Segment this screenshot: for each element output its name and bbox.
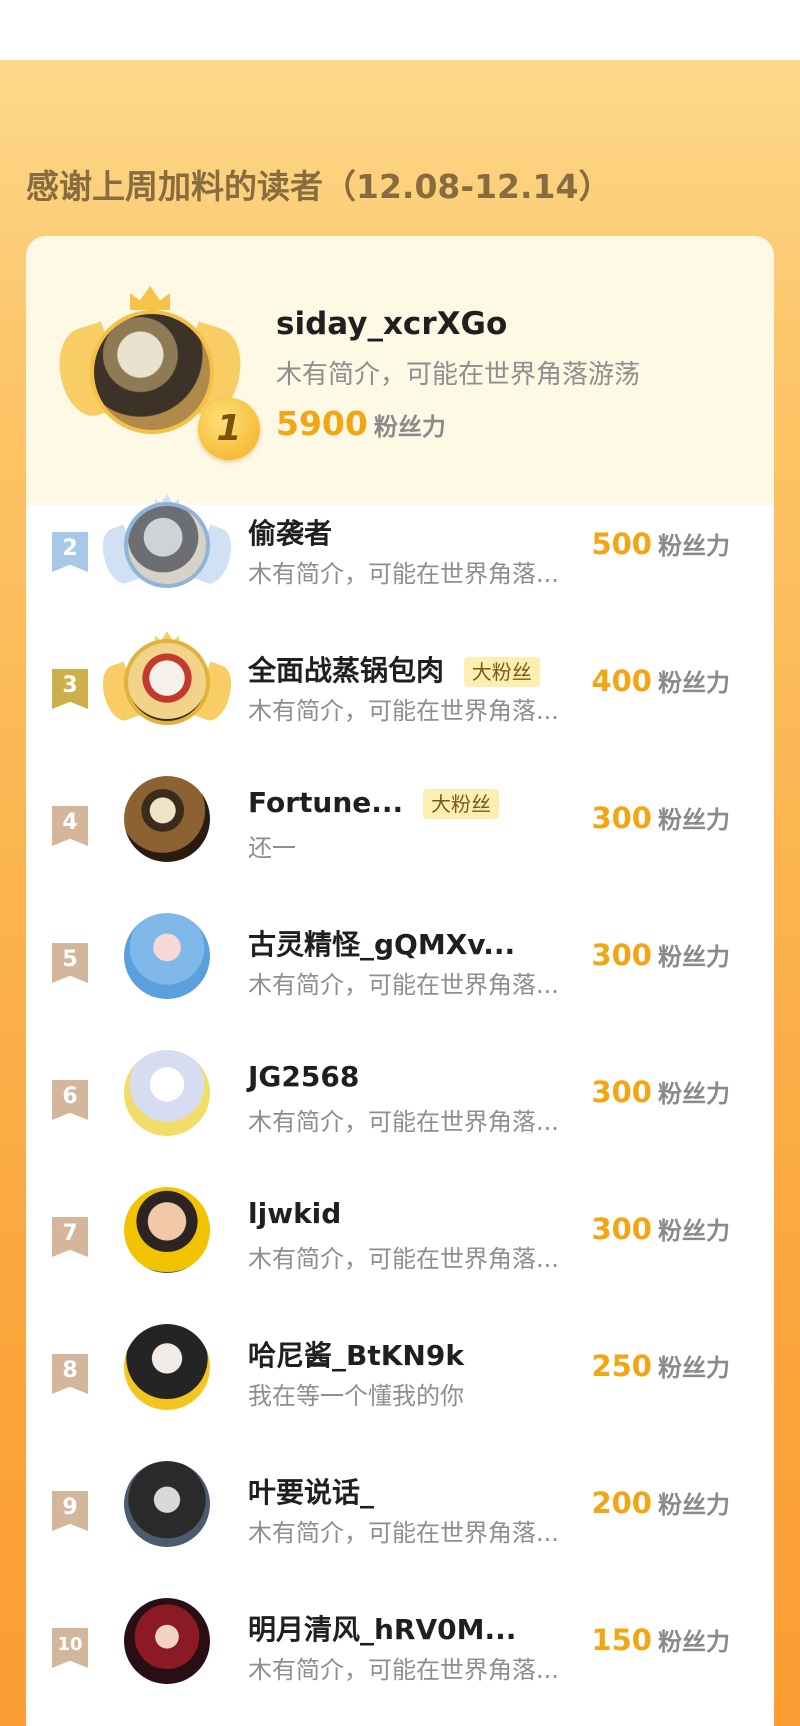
- avatar-frame: [95, 631, 239, 739]
- rank-badge: 6: [52, 1080, 88, 1120]
- user-bio: 木有简介，可能在世界角落...: [248, 1108, 559, 1136]
- champion-avatar-frame: 1: [47, 286, 260, 460]
- user-bio: 木有简介，可能在世界角落...: [248, 971, 559, 999]
- score-unit: 粉丝力: [658, 806, 730, 834]
- list-item-rank-4[interactable]: 4 Fortune... 大粉丝 还一 300 粉丝力: [26, 756, 774, 892]
- score-value: 150: [591, 1623, 652, 1657]
- user-score: 250 粉丝力: [591, 1348, 730, 1383]
- user-score: 300 粉丝力: [591, 937, 730, 972]
- user-name[interactable]: 偷袭者: [248, 517, 332, 550]
- user-bio: 木有简介，可能在世界角落...: [248, 1656, 559, 1684]
- avatar-frame: [104, 1461, 230, 1561]
- rank-badge: 2: [52, 532, 88, 572]
- list-item-rank-6[interactable]: 6 JG2568 木有简介，可能在世界角落... 300 粉丝力: [26, 1030, 774, 1166]
- rank-one-medal: 1: [198, 398, 260, 460]
- list-item-rank-9[interactable]: 9 叶要说话_ 木有简介，可能在世界角落... 200 粉丝力: [26, 1441, 774, 1577]
- list-item-rank-5[interactable]: 5 古灵精怪_gQMXv... 木有简介，可能在世界角落... 300 粉丝力: [26, 893, 774, 1029]
- user-name[interactable]: 明月清风_hRV0M...: [248, 1613, 516, 1646]
- user-bio: 木有简介，可能在世界角落...: [248, 1519, 559, 1547]
- champion-name[interactable]: siday_xcrXGo: [276, 306, 507, 342]
- ranking-panel: 感谢上周加料的读者（12.08-12.14） 1 siday_xcrXGo 木有…: [0, 60, 800, 1726]
- rank-badge: 5: [52, 943, 88, 983]
- avatar[interactable]: [124, 1461, 210, 1547]
- avatar-frame: [104, 913, 230, 1013]
- score-value: 300: [591, 801, 652, 835]
- user-score: 300 粉丝力: [591, 1211, 730, 1246]
- avatar[interactable]: [90, 310, 214, 434]
- score-value: 400: [591, 664, 652, 698]
- fan-level-badge: 大粉丝: [422, 789, 499, 819]
- rank-badge: 7: [52, 1217, 88, 1257]
- user-name[interactable]: Fortune...: [248, 786, 403, 819]
- list-item-rank-3[interactable]: 3 全面战蒸锅包肉 大粉丝 木有简介，可能在世界角落... 400 粉丝力: [26, 619, 774, 755]
- rank-badge: 10: [52, 1628, 88, 1668]
- list-item-rank-8[interactable]: 8 哈尼酱_BtKN9k 我在等一个懂我的你 250 粉丝力: [26, 1304, 774, 1440]
- user-name[interactable]: 哈尼酱_BtKN9k: [248, 1339, 464, 1372]
- score-value: 200: [591, 1486, 652, 1520]
- avatar-frame: [104, 776, 230, 876]
- list-item-rank-10[interactable]: 10 明月清风_hRV0M... 木有简介，可能在世界角落... 150 粉丝力: [26, 1578, 774, 1714]
- avatar-frame: [104, 1050, 230, 1150]
- user-score: 300 粉丝力: [591, 1074, 730, 1109]
- rank-badge: 3: [52, 669, 88, 709]
- rank-badge: 9: [52, 1491, 88, 1531]
- user-name[interactable]: 全面战蒸锅包肉: [248, 654, 444, 687]
- rank-badge: 4: [52, 806, 88, 846]
- avatar-frame: [95, 494, 239, 602]
- avatar[interactable]: [124, 639, 210, 725]
- champion-score: 5900 粉丝力: [276, 404, 446, 443]
- score-value: 300: [591, 938, 652, 972]
- score-unit: 粉丝力: [658, 1628, 730, 1656]
- score-value: 300: [591, 1212, 652, 1246]
- score-value: 250: [591, 1349, 652, 1383]
- user-score: 300 粉丝力: [591, 800, 730, 835]
- champion-bio: 木有简介，可能在世界角落游荡: [276, 360, 641, 390]
- avatar[interactable]: [124, 1187, 210, 1273]
- panel-title: 感谢上周加料的读者（12.08-12.14）: [26, 167, 612, 206]
- score-unit: 粉丝力: [658, 1354, 730, 1382]
- champion-score-value: 5900: [276, 404, 368, 443]
- user-score: 500 粉丝力: [591, 526, 730, 561]
- avatar[interactable]: [124, 1050, 210, 1136]
- score-unit: 粉丝力: [658, 943, 730, 971]
- user-bio: 还一: [248, 834, 296, 862]
- score-unit: 粉丝力: [658, 1217, 730, 1245]
- crown-icon: [130, 286, 170, 310]
- score-unit: 粉丝力: [658, 1491, 730, 1519]
- list-item-rank-7[interactable]: 7 ljwkid 木有简介，可能在世界角落... 300 粉丝力: [26, 1167, 774, 1303]
- user-bio: 木有简介，可能在世界角落...: [248, 560, 559, 588]
- user-bio: 木有简介，可能在世界角落...: [248, 1245, 559, 1273]
- user-name[interactable]: JG2568: [248, 1060, 359, 1093]
- avatar[interactable]: [124, 913, 210, 999]
- rank-badge: 8: [52, 1354, 88, 1394]
- avatar-frame: [104, 1187, 230, 1287]
- list-item-rank-2[interactable]: 2 偷袭者 木有简介，可能在世界角落... 500 粉丝力: [26, 482, 774, 618]
- user-bio: 我在等一个懂我的你: [248, 1382, 464, 1410]
- user-name[interactable]: 叶要说话_: [248, 1476, 374, 1509]
- ranking-card: 1 siday_xcrXGo 木有简介，可能在世界角落游荡 5900 粉丝力 2 …: [26, 236, 774, 1726]
- user-score: 200 粉丝力: [591, 1485, 730, 1520]
- user-name[interactable]: ljwkid: [248, 1197, 341, 1230]
- avatar[interactable]: [124, 1324, 210, 1410]
- user-bio: 木有简介，可能在世界角落...: [248, 697, 559, 725]
- score-unit: 粉丝力: [658, 1080, 730, 1108]
- avatar[interactable]: [124, 776, 210, 862]
- fan-level-badge: 大粉丝: [463, 657, 540, 687]
- score-value: 500: [591, 527, 652, 561]
- score-unit: 粉丝力: [658, 669, 730, 697]
- user-name[interactable]: 古灵精怪_gQMXv...: [248, 928, 515, 961]
- score-unit: 粉丝力: [658, 532, 730, 560]
- avatar-frame: [104, 1324, 230, 1424]
- champion-score-unit: 粉丝力: [373, 413, 446, 441]
- avatar[interactable]: [124, 1598, 210, 1684]
- user-score: 150 粉丝力: [591, 1622, 730, 1657]
- avatar-frame: [104, 1598, 230, 1698]
- avatar[interactable]: [124, 502, 210, 588]
- champion-row[interactable]: 1 siday_xcrXGo 木有简介，可能在世界角落游荡 5900 粉丝力: [26, 236, 774, 505]
- score-value: 300: [591, 1075, 652, 1109]
- user-score: 400 粉丝力: [591, 663, 730, 698]
